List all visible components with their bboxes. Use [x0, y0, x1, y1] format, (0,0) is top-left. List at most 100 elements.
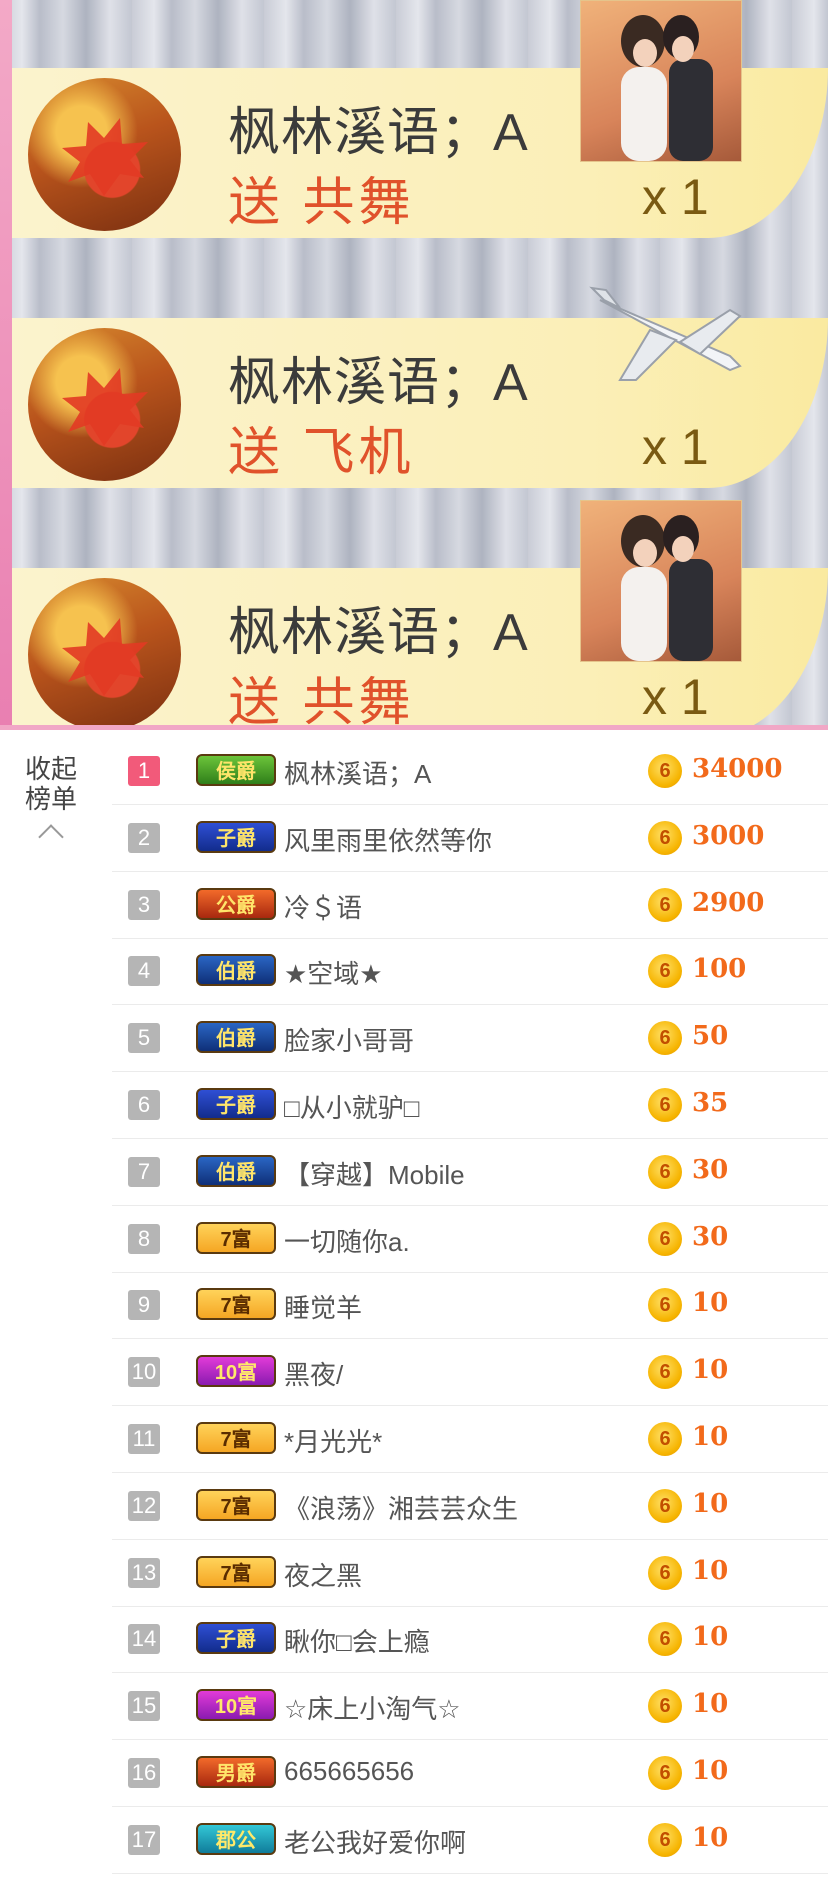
- gift-message: 枫林溪语；A 送 飞机 x 1: [0, 250, 828, 500]
- maple-leaf-icon: [62, 118, 148, 196]
- ranking-row[interactable]: 12 7富 《浪荡》湘芸芸众生 6 10: [112, 1473, 828, 1540]
- rank-number: 15: [128, 1691, 160, 1722]
- rank-number: 2: [128, 822, 160, 853]
- user-name[interactable]: ★空域★: [284, 954, 383, 991]
- coin-icon: 6: [648, 754, 682, 788]
- level-badge: 伯爵: [196, 954, 276, 987]
- gift-count: x 1: [642, 169, 709, 225]
- coin-icon: 6: [648, 887, 682, 922]
- gift-amount: 10: [692, 1488, 729, 1519]
- level-badge: 伯爵: [196, 1021, 276, 1054]
- level-badge: 10富: [196, 1689, 276, 1722]
- level-badge: 子爵: [196, 1088, 276, 1120]
- rank-number: 8: [128, 1223, 160, 1254]
- gift-amount: 10: [692, 1422, 729, 1452]
- coin-icon: 6: [648, 1221, 682, 1256]
- gift-ranking-list: 收起榜单 1 侯爵 枫林溪语；A 6 34000 2 子爵 风里雨里依然等你 6 3000 3 公爵冷…: [0, 730, 828, 1900]
- level-badge: 10富: [196, 1355, 276, 1388]
- user-name[interactable]: 夜之黑: [284, 1556, 362, 1593]
- avatar[interactable]: [28, 78, 181, 231]
- level-badge: 7富: [196, 1422, 276, 1454]
- rank-number: 4: [128, 956, 160, 987]
- gift-action: 送 飞机: [228, 424, 415, 482]
- gift-amount: 35: [692, 1088, 729, 1118]
- gift-amount: 10: [692, 1822, 729, 1853]
- ranking-row[interactable]: 7 伯爵 【穿越】Mobile 6 30: [112, 1139, 828, 1206]
- coin-icon: 6: [648, 1355, 682, 1390]
- user-name[interactable]: 脸家小哥哥: [284, 1021, 414, 1058]
- gift-amount: 100: [692, 954, 747, 985]
- ranking-row[interactable]: 8 7富 一切随你a. 6 30: [112, 1206, 828, 1273]
- collapse-ranking-button[interactable]: 收起榜单: [16, 754, 86, 850]
- user-name[interactable]: *月光光*: [284, 1422, 382, 1459]
- avatar[interactable]: [28, 578, 181, 730]
- ranking-row[interactable]: 6 子爵 □从小就驴□ 6 35: [112, 1072, 828, 1139]
- ranking-row[interactable]: 16 男爵 665665656 6 10: [112, 1740, 828, 1807]
- ranking-row[interactable]: 9 7富 睡觉羊 6 10: [112, 1272, 828, 1340]
- sender-name: 枫林溪语；A: [228, 354, 529, 412]
- coin-icon: 6: [648, 1488, 682, 1523]
- user-name[interactable]: 冷＄语: [284, 888, 362, 925]
- level-badge: 7富: [196, 1221, 276, 1254]
- gift-message: 枫林溪语；A 送 共舞 x 1: [0, 0, 828, 250]
- sender-name: 枫林溪语；A: [228, 604, 529, 662]
- level-badge: 7富: [196, 1488, 276, 1521]
- maple-leaf-icon: [62, 618, 148, 696]
- rank-number: 3: [128, 889, 160, 920]
- level-badge: 伯爵: [196, 1154, 276, 1187]
- ranking-row[interactable]: 1 侯爵 枫林溪语；A 6 34000: [112, 738, 828, 805]
- avatar[interactable]: [28, 328, 181, 481]
- user-name[interactable]: 665665656: [284, 1756, 414, 1787]
- rank-number: 11: [128, 1424, 160, 1454]
- ranking-row[interactable]: 14 子爵 瞅你□会上瘾 6 10: [112, 1606, 828, 1674]
- ranking-row[interactable]: 5 伯爵 脸家小哥哥 6 50: [112, 1005, 828, 1073]
- rank-number: 12: [128, 1490, 160, 1521]
- rank-number: 10: [128, 1357, 160, 1388]
- ranking-row[interactable]: 4 伯爵 ★空域★ 6 100: [112, 938, 828, 1006]
- user-name[interactable]: 一切随你a.: [284, 1222, 410, 1259]
- level-badge: 男爵: [196, 1756, 276, 1788]
- gift-amount: 2900: [692, 887, 765, 918]
- gift-amount: 10: [692, 1288, 729, 1319]
- ranking-row[interactable]: 13 7富 夜之黑 6 10: [112, 1540, 828, 1607]
- gift-amount: 30: [692, 1154, 729, 1185]
- user-name[interactable]: 黑夜/: [284, 1355, 343, 1392]
- coin-icon: 6: [648, 954, 682, 989]
- user-name[interactable]: □从小就驴□: [284, 1088, 419, 1125]
- coin-icon: 6: [648, 1021, 682, 1056]
- couple-dance-icon: [580, 500, 742, 662]
- user-name[interactable]: 睡觉羊: [284, 1288, 362, 1325]
- user-name[interactable]: 《浪荡》湘芸芸众生: [284, 1489, 518, 1526]
- gift-amount: 10: [692, 1689, 729, 1720]
- rank-number: 5: [128, 1023, 160, 1054]
- ranking-row[interactable]: 15 10富 ☆床上小淘气☆ 6 10: [112, 1673, 828, 1741]
- rank-number: 1: [128, 756, 160, 786]
- ranking-row[interactable]: 3 公爵 冷＄语 6 2900: [112, 872, 828, 939]
- user-name[interactable]: 风里雨里依然等你: [284, 821, 492, 858]
- level-badge: 郡公: [196, 1822, 276, 1855]
- airplane-icon: [580, 270, 742, 430]
- gift-action: 送 共舞: [228, 174, 415, 232]
- user-name[interactable]: 【穿越】Mobile: [284, 1155, 465, 1192]
- coin-icon: 6: [648, 1756, 682, 1790]
- gift-amount: 10: [692, 1622, 729, 1653]
- user-name[interactable]: ☆床上小淘气☆: [284, 1689, 461, 1726]
- user-name[interactable]: 枫林溪语；A: [284, 754, 431, 791]
- gift-amount: 10: [692, 1555, 729, 1586]
- gift-amount: 10: [692, 1355, 729, 1386]
- ranking-row[interactable]: 17 郡公 老公我好爱你啊 6 10: [112, 1807, 828, 1874]
- ranking-row[interactable]: 10 10富 黑夜/6 10: [112, 1339, 828, 1407]
- coin-icon: 6: [648, 1622, 682, 1657]
- ranking-row[interactable]: 2 子爵 风里雨里依然等你 6 3000: [112, 805, 828, 872]
- chevron-up-icon: [38, 824, 64, 850]
- rank-number: 16: [128, 1758, 160, 1788]
- sender-name: 枫林溪语；A: [228, 104, 529, 162]
- maple-leaf-icon: [62, 368, 148, 446]
- gift-amount: 3000: [692, 820, 765, 851]
- user-name[interactable]: 老公我好爱你啊: [284, 1823, 466, 1860]
- ranking-row[interactable]: 11 7富 *月光光* 6 10: [112, 1406, 828, 1473]
- level-badge: 7富: [196, 1288, 276, 1321]
- user-name[interactable]: 瞅你□会上瘾: [284, 1622, 430, 1659]
- coin-icon: 6: [648, 820, 682, 855]
- gift-amount: 10: [692, 1756, 729, 1786]
